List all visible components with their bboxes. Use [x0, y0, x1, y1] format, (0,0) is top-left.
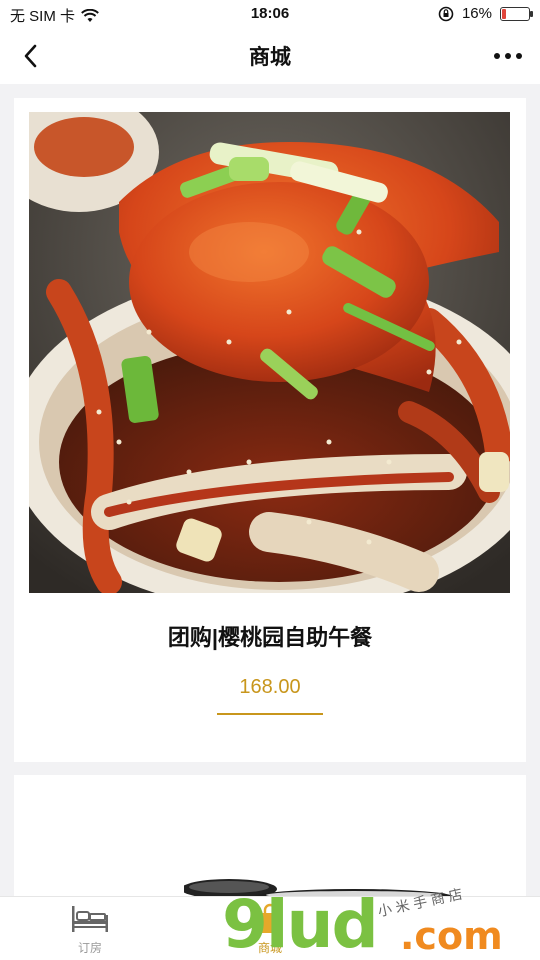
tab-label: 商城: [257, 941, 282, 955]
product-card[interactable]: 团购|樱桃园自助午餐 168.00: [14, 98, 526, 762]
battery-icon: [500, 6, 533, 21]
product-name[interactable]: 团购|樱桃园自助午餐: [14, 620, 526, 652]
back-button[interactable]: [12, 38, 48, 74]
status-bar: 无 SIM 卡 18:06 16%: [0, 0, 540, 28]
battery-percent: 16%: [461, 5, 492, 22]
price-underline: [217, 713, 323, 715]
page-title: 商城: [249, 46, 291, 69]
bed-icon: [72, 906, 108, 932]
product-price: 168.00: [239, 676, 301, 698]
tab-shop[interactable]: 商城: [210, 903, 330, 956]
rotation-lock-icon: [438, 6, 454, 21]
more-button[interactable]: [488, 38, 528, 74]
crab-dish-photo: [29, 112, 510, 593]
tab-bar: 订房 商城: [0, 896, 540, 960]
product-image[interactable]: [29, 112, 510, 593]
shop-bag-icon: [259, 903, 281, 933]
tab-label: 订房: [77, 941, 102, 955]
nav-bar: 商城: [0, 28, 540, 84]
tab-booking[interactable]: 订房: [30, 903, 150, 956]
battery-level: [502, 8, 507, 19]
more-dots-icon: [494, 53, 500, 59]
chevron-left-icon: [24, 44, 37, 68]
